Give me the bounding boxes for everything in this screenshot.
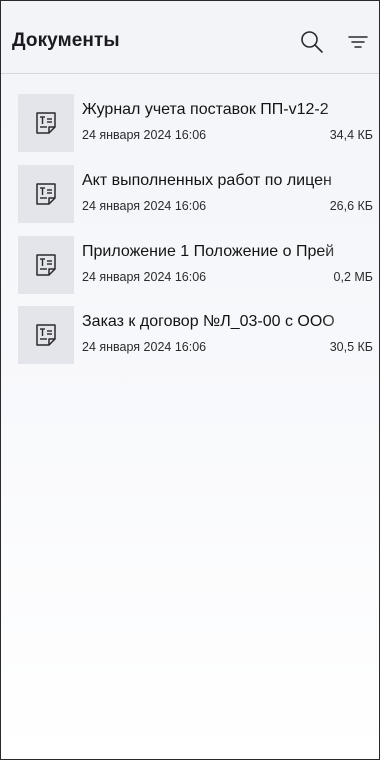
document-size: 34,4 КБ xyxy=(329,128,373,142)
document-thumbnail xyxy=(18,165,74,223)
filter-button[interactable] xyxy=(343,27,373,57)
document-date: 24 января 2024 16:06 xyxy=(82,199,207,213)
document-size: 26,6 КБ xyxy=(329,199,373,213)
document-size: 30,5 КБ xyxy=(329,340,373,354)
document-title: Акт выполненных работ по лицен xyxy=(82,172,332,189)
document-row[interactable]: Заказ к договор №Л_03-00 с ООО 24 января… xyxy=(1,306,379,366)
filter-icon xyxy=(348,36,368,48)
document-date: 24 января 2024 16:06 xyxy=(82,128,207,142)
search-button[interactable] xyxy=(297,27,327,57)
document-row[interactable]: Приложение 1 Положение о Прей 24 января … xyxy=(1,236,379,296)
document-size: 0,2 МБ xyxy=(333,270,373,284)
text-document-icon xyxy=(36,112,56,134)
text-document-icon xyxy=(36,183,56,205)
search-icon xyxy=(301,31,323,53)
page-title: Документы xyxy=(12,30,120,51)
document-title: Заказ к договор №Л_03-00 с ООО xyxy=(82,313,335,330)
document-thumbnail xyxy=(18,306,74,364)
document-row[interactable]: Журнал учета поставок ПП-v12-2 24 января… xyxy=(1,94,379,154)
documents-screen: Документы Журнал учета поставок ПП-v12-2… xyxy=(0,0,380,760)
document-thumbnail xyxy=(18,236,74,294)
document-row[interactable]: Акт выполненных работ по лицен 24 января… xyxy=(1,165,379,225)
document-thumbnail xyxy=(18,94,74,152)
document-date: 24 января 2024 16:06 xyxy=(82,340,207,354)
document-title: Журнал учета поставок ПП-v12-2 xyxy=(82,101,329,118)
document-title: Приложение 1 Положение о Прей xyxy=(82,243,335,260)
app-header: Документы xyxy=(1,1,379,74)
text-document-icon xyxy=(36,254,56,276)
document-date: 24 января 2024 16:06 xyxy=(82,270,207,284)
text-document-icon xyxy=(36,324,56,346)
